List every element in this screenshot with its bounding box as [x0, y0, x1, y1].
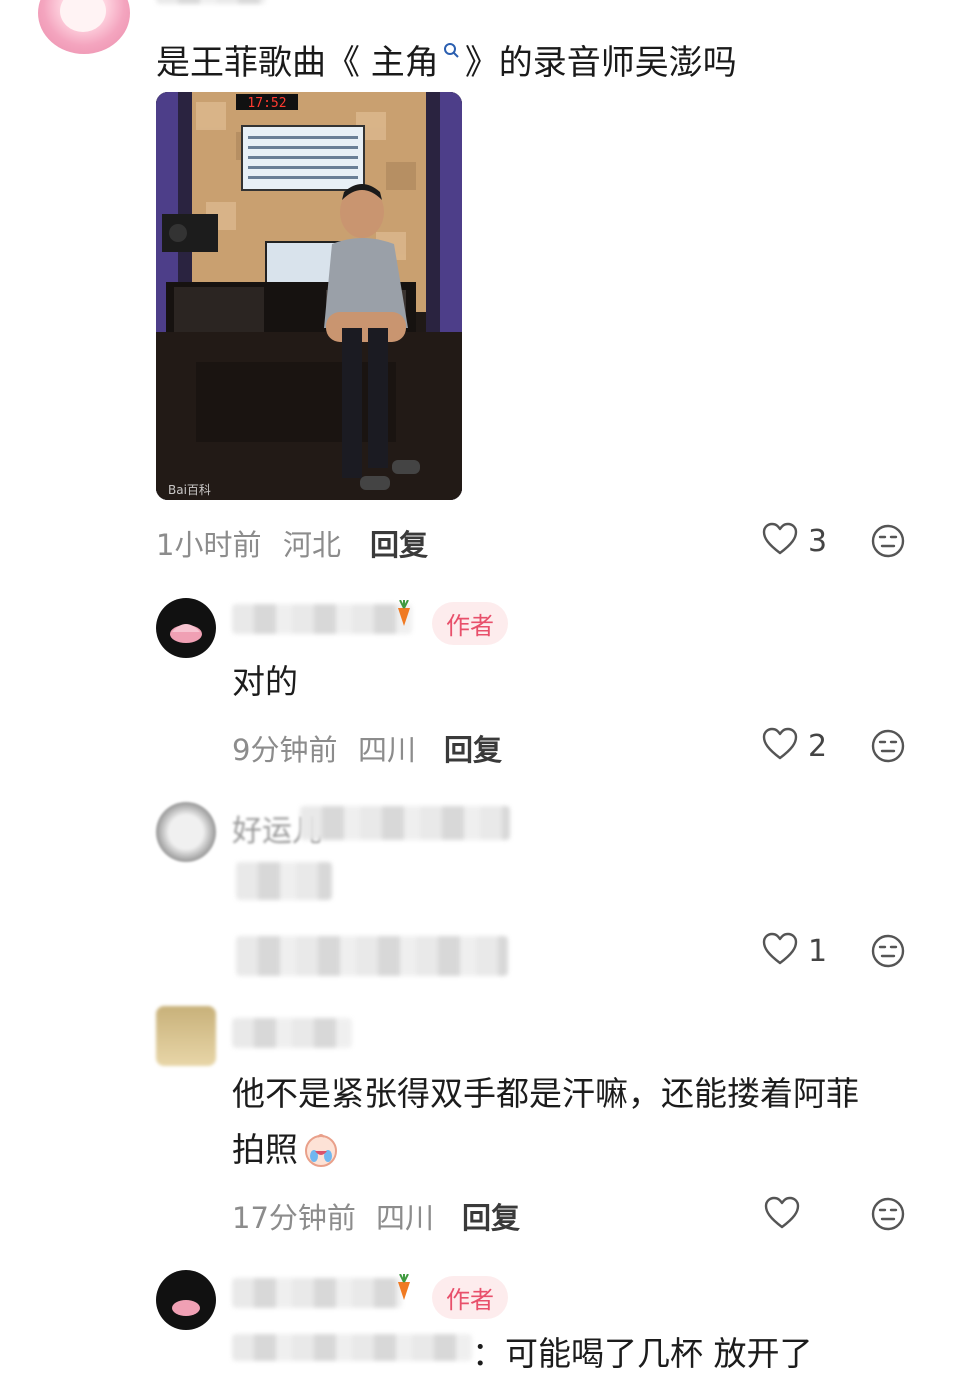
comment-dislike-button[interactable]	[870, 1196, 906, 1236]
heart-icon	[764, 1196, 800, 1234]
comment-dislike-button[interactable]	[870, 933, 906, 973]
post-question: 是王菲歌曲《 主角 》的录音师吴澎吗	[156, 26, 737, 86]
post-like-button[interactable]: 3	[762, 522, 827, 560]
comment-username-blurred	[232, 1018, 352, 1048]
search-icon[interactable]	[443, 26, 461, 58]
carrot-icon	[394, 1273, 414, 1306]
comment-like-button[interactable]: 1	[762, 932, 827, 970]
comment-time: 9分钟前	[232, 733, 338, 767]
comment-like-count: 1	[808, 933, 828, 969]
studio-clock: 17:52	[247, 96, 286, 111]
comment-avatar[interactable]	[156, 1270, 216, 1330]
comment-reply-button[interactable]: 回复	[444, 727, 502, 769]
comment-text-blurred	[236, 862, 332, 900]
comment-location: 四川	[358, 733, 417, 767]
comment-username-blurred	[232, 604, 412, 634]
meh-face-icon	[870, 524, 906, 563]
comment-text-line1: 他不是紧张得双手都是汗嘛，还能搂着阿菲	[232, 1074, 859, 1113]
meh-face-icon	[870, 1197, 906, 1236]
comment-meta-blurred	[236, 936, 508, 976]
comment-avatar[interactable]	[156, 1006, 216, 1066]
heart-icon	[762, 932, 798, 970]
meh-face-icon	[870, 729, 906, 768]
comment-username-blurred	[232, 1278, 402, 1308]
comment-text-blurred	[232, 1334, 472, 1361]
post-like-count: 3	[808, 523, 828, 559]
comment-like-button[interactable]: 2	[762, 727, 827, 765]
comment-dislike-button[interactable]	[870, 728, 906, 768]
post-photo[interactable]: 17:52 Bai百科	[156, 92, 462, 500]
crying-face-icon	[302, 1130, 340, 1186]
comment-text: 对的	[232, 662, 298, 701]
comment-time: 17分钟前	[232, 1201, 356, 1235]
comment-avatar[interactable]	[156, 598, 216, 658]
post-location: 河北	[283, 528, 342, 562]
post-dislike-button[interactable]	[870, 523, 906, 563]
baidu-watermark: Bai百科	[168, 483, 211, 497]
comment-location: 四川	[376, 1201, 435, 1235]
heart-icon	[762, 727, 798, 765]
post-time: 1小时前	[156, 528, 262, 562]
post-username-blurred	[156, 0, 266, 4]
comment-username-blurred	[300, 806, 510, 840]
comment-text-partial: ：可能喝了几杯 放开了	[472, 1334, 813, 1373]
post-reply-button[interactable]: 回复	[370, 522, 428, 564]
author-badge: 作者	[432, 602, 508, 645]
comment-avatar[interactable]	[156, 802, 216, 862]
comment-reply-button[interactable]: 回复	[462, 1195, 520, 1237]
post-avatar[interactable]	[38, 0, 130, 54]
carrot-icon	[394, 599, 414, 632]
comment-text-line2: 拍照	[232, 1122, 340, 1186]
heart-icon	[762, 522, 798, 560]
comment-like-count: 2	[808, 728, 828, 764]
comment-like-button[interactable]	[764, 1196, 810, 1234]
meh-face-icon	[870, 934, 906, 973]
author-badge: 作者	[432, 1276, 508, 1319]
